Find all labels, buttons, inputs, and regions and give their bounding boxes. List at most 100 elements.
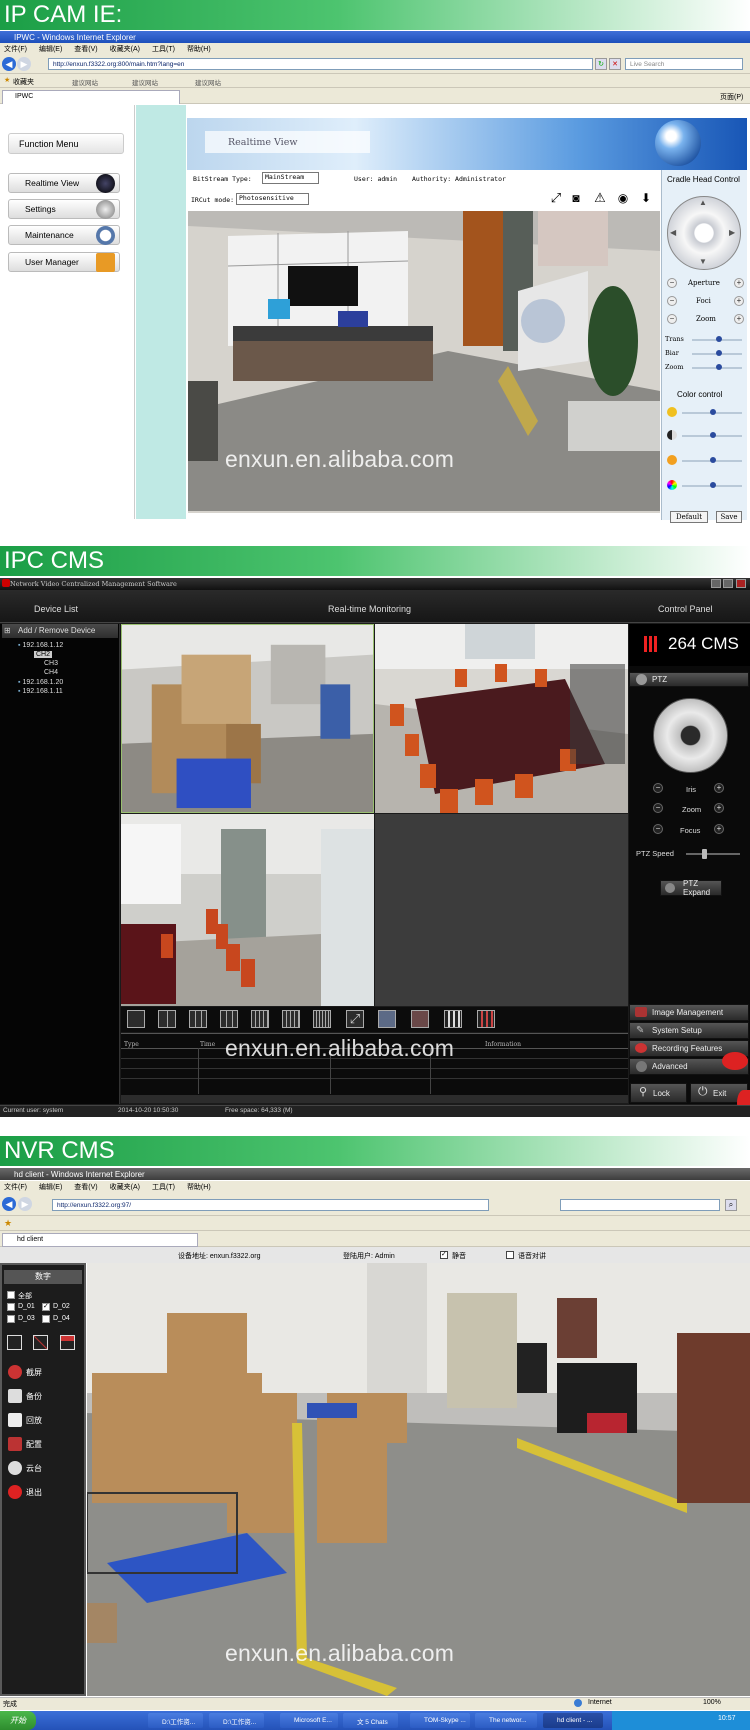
ie2-tab-hd-client[interactable]: hd client [2, 1233, 198, 1247]
menu-tools[interactable]: 工具(T) [152, 44, 175, 54]
task-folder-2[interactable]: D:\工作资... [209, 1713, 264, 1728]
single-view-icon[interactable] [7, 1335, 22, 1350]
tree-node-ch4[interactable]: CH4 [44, 669, 58, 676]
side-playback[interactable]: 回放 [4, 1410, 76, 1430]
menu-user-manager[interactable]: User Manager [8, 252, 120, 272]
channel-d03-checkbox[interactable] [7, 1315, 15, 1323]
ptz-speed-knob[interactable] [702, 849, 707, 859]
video-channel-2[interactable] [375, 624, 628, 813]
saturation-knob[interactable] [710, 457, 716, 463]
record-icon[interactable] [477, 1010, 495, 1028]
side-screenshot[interactable]: 截屏 [4, 1362, 76, 1382]
layout-4-icon[interactable] [158, 1010, 176, 1028]
channel-d01-checkbox[interactable] [7, 1303, 15, 1311]
ie2-back-button[interactable]: ◀ [2, 1197, 16, 1211]
select-all-checkbox[interactable] [7, 1291, 15, 1299]
tree-node-ip3[interactable]: ▪ 192.168.1.11 [18, 688, 63, 695]
add-remove-device-button[interactable]: Add / Remove Device [2, 624, 118, 638]
fav-link-1[interactable]: 建议网站 [72, 77, 98, 87]
ie2-menu-file[interactable]: 文件(F) [4, 1182, 27, 1192]
fav-link-3[interactable]: 建议网站 [195, 77, 221, 87]
menu-edit[interactable]: 编辑(E) [39, 44, 62, 54]
playback-icon[interactable] [444, 1010, 462, 1028]
cms-ptz-direction-pad[interactable] [653, 698, 728, 773]
video-channel-1[interactable] [121, 624, 374, 813]
task-skype[interactable]: TOM-Skype ... [410, 1713, 470, 1728]
channel-d02-checkbox[interactable]: ✓ [42, 1303, 50, 1311]
contrast-knob[interactable] [710, 432, 716, 438]
brightness-knob[interactable] [710, 409, 716, 415]
task-folder-1[interactable]: D:\工作资... [148, 1713, 203, 1728]
voice-checkbox[interactable] [506, 1251, 514, 1259]
save-button[interactable]: Save [716, 511, 742, 523]
alarm-icon[interactable]: ⚠ [592, 190, 608, 206]
layout-16-icon[interactable] [313, 1010, 331, 1028]
favorites-label[interactable]: 收藏夹 [13, 77, 34, 87]
layout-6-icon[interactable] [189, 1010, 207, 1028]
forward-button[interactable]: ▶ [17, 57, 31, 71]
delete-view-icon[interactable] [60, 1335, 75, 1350]
iris-minus-button[interactable]: − [653, 783, 663, 793]
search-input[interactable]: Live Search [625, 58, 743, 70]
foci-minus-button[interactable]: − [667, 296, 677, 306]
snapshot-icon[interactable]: ◙ [568, 190, 584, 206]
side-backup[interactable]: 备份 [4, 1386, 76, 1406]
video-channel-4-empty[interactable] [375, 814, 628, 1006]
biar-slider-knob[interactable] [716, 350, 722, 356]
fav-link-2[interactable]: 建议网站 [132, 77, 158, 87]
focus-minus-button[interactable]: − [653, 824, 663, 834]
ptz-up-icon[interactable]: ▲ [699, 198, 707, 207]
ptz-down-icon[interactable]: ▼ [699, 257, 707, 266]
tree-node-ip1[interactable]: ▪ 192.168.1.12 [18, 642, 63, 649]
layout-13-icon[interactable] [282, 1010, 300, 1028]
mute-checkbox[interactable]: ✓ [440, 1251, 448, 1259]
aperture-minus-button[interactable]: − [667, 278, 677, 288]
ie2-forward-button[interactable]: ▶ [18, 1197, 32, 1211]
aperture-plus-button[interactable]: + [734, 278, 744, 288]
image-management-button[interactable]: Image Management [629, 1004, 749, 1021]
tree-node-ip2[interactable]: ▪ 192.168.1.20 [18, 679, 63, 686]
address-input[interactable]: http://enxun.f3322.org:800/main.htm?lang… [48, 58, 593, 70]
download-icon[interactable]: ⬇ [638, 190, 654, 206]
ie2-menu-tools[interactable]: 工具(T) [152, 1182, 175, 1192]
task-network[interactable]: The networ... [475, 1713, 537, 1728]
ie2-menu-favorites[interactable]: 收藏夹(A) [110, 1182, 140, 1192]
maximize-button[interactable] [723, 579, 733, 588]
menu-maintenance[interactable]: Maintenance [8, 225, 120, 245]
task-microsoft[interactable]: Microsoft E... [280, 1713, 338, 1728]
record-screen-icon[interactable] [378, 1010, 396, 1028]
minimize-button[interactable] [711, 579, 721, 588]
speaker-icon[interactable]: ◉ [615, 190, 631, 206]
side-ptz[interactable]: 云台 [4, 1458, 76, 1478]
cms-zoom-minus-button[interactable]: − [653, 803, 663, 813]
menu-favorites[interactable]: 收藏夹(A) [110, 44, 140, 54]
cms-zoom-plus-button[interactable]: + [714, 803, 724, 813]
ptz-section-button[interactable]: PTZ [629, 672, 749, 687]
log-scrollbar[interactable] [121, 1095, 628, 1103]
ircut-select[interactable]: Photosensitive [236, 193, 309, 205]
ie2-search-icon[interactable]: ⌕ [725, 1199, 737, 1211]
ie2-menu-help[interactable]: 帮助(H) [187, 1182, 211, 1192]
ie2-menu-edit[interactable]: 编辑(E) [39, 1182, 62, 1192]
nvr-video-view[interactable] [87, 1263, 750, 1696]
stop-icon[interactable]: ✕ [609, 58, 621, 70]
task-hd-client[interactable]: hd client - ... [543, 1713, 603, 1728]
layout-9-icon[interactable] [251, 1010, 269, 1028]
stop-record-icon[interactable] [411, 1010, 429, 1028]
ie2-search-input[interactable] [560, 1199, 720, 1211]
ie2-address-input[interactable]: http://enxun.f3322.org:97/ [52, 1199, 489, 1211]
channel-d04-checkbox[interactable] [42, 1315, 50, 1323]
menu-file[interactable]: 文件(F) [4, 44, 27, 54]
ie2-menu-view[interactable]: 查看(V) [74, 1182, 97, 1192]
menu-settings[interactable]: Settings [8, 199, 120, 219]
zoom-level[interactable]: 100% [703, 1699, 721, 1706]
close-button[interactable] [736, 579, 746, 588]
focus-plus-button[interactable]: + [714, 824, 724, 834]
tree-node-ch2[interactable]: CH2 [34, 651, 53, 658]
side-exit[interactable]: 退出 [4, 1482, 76, 1502]
tree-node-ch3[interactable]: CH3 [44, 660, 58, 667]
menu-realtime-view[interactable]: Realtime View [8, 173, 120, 193]
layout-8-icon[interactable] [220, 1010, 238, 1028]
quad-view-icon[interactable] [33, 1335, 48, 1350]
menu-view[interactable]: 查看(V) [74, 44, 97, 54]
